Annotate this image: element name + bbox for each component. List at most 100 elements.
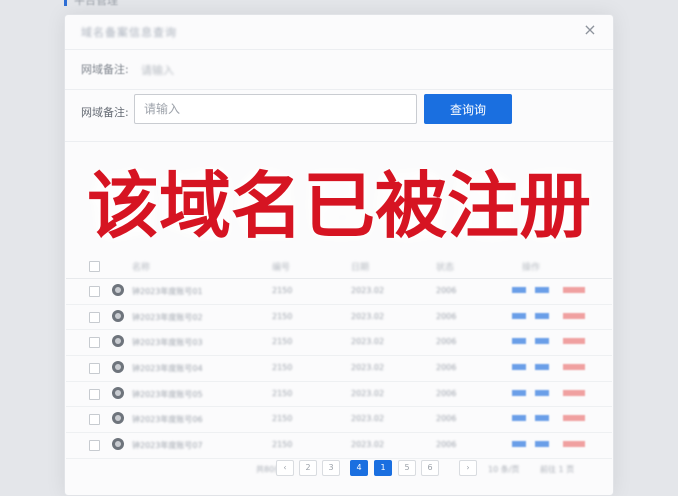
edit-link[interactable] [535, 441, 549, 448]
cell-date: 2023.02 [351, 311, 385, 321]
row-checkbox[interactable] [89, 440, 100, 452]
delete-link[interactable] [563, 415, 585, 422]
delete-link[interactable] [563, 441, 585, 448]
row-checkbox[interactable] [89, 311, 100, 323]
row-checkbox[interactable] [89, 286, 100, 297]
cell-code: 2150 [272, 440, 293, 450]
page-button[interactable]: 6 [421, 460, 439, 476]
query-button[interactable]: 查询询 [424, 94, 512, 124]
cell-date: 2023.02 [351, 414, 385, 424]
cell-status: 2006 [436, 286, 457, 295]
header-actions: 操作 [522, 263, 541, 273]
edit-link[interactable] [535, 338, 549, 345]
domain-note-input[interactable] [134, 94, 417, 124]
page-button[interactable]: 4 [350, 460, 368, 476]
edit-link[interactable] [535, 287, 549, 293]
table-row: 钟2023年度账号04 2150 2023.02 2006 [66, 356, 612, 382]
cell-status: 2006 [436, 311, 457, 321]
view-link[interactable] [512, 441, 526, 448]
cell-code: 2150 [272, 311, 293, 321]
header-status: 状态 [436, 263, 455, 273]
cell-code: 2150 [272, 414, 293, 424]
cell-status: 2006 [436, 414, 457, 424]
row-checkbox[interactable] [89, 363, 100, 375]
cell-name: 钟2023年度账号06 [132, 415, 203, 425]
view-link[interactable] [512, 415, 526, 422]
avatar [112, 361, 124, 374]
view-link[interactable] [512, 338, 526, 345]
delete-link[interactable] [563, 287, 585, 293]
search-row: 网域备注: 查询询 [65, 89, 613, 142]
domain-registered-banner: 该域名已被注册 [86, 164, 591, 248]
cell-name: 钟2023年度账号05 [132, 389, 203, 399]
view-link[interactable] [512, 364, 526, 371]
page-button[interactable]: 5 [398, 460, 416, 476]
pagination: 共80条 ‹ 2 3 4 1 5 6 › 10 条/页 前往 1 页 [0, 458, 678, 478]
cell-code: 2150 [272, 286, 293, 295]
cell-name: 钟2023年度账号07 [132, 441, 203, 451]
cell-code: 2150 [272, 363, 293, 373]
goto-page[interactable]: 前往 1 页 [540, 464, 574, 475]
page-size-select[interactable]: 10 条/页 [488, 464, 519, 475]
cell-date: 2023.02 [351, 337, 385, 347]
top-tab[interactable]: 平台管理 [64, 0, 214, 7]
ghost-filter-placeholder: 请输入 [141, 64, 174, 77]
row-checkbox[interactable] [89, 388, 100, 400]
avatar [112, 309, 124, 322]
header-date: 日期 [351, 263, 370, 273]
results-table: 名称 编号 日期 状态 操作 钟2023年度账号01 2150 2023.02 200… [66, 254, 612, 459]
table-row: 钟2023年度账号05 2150 2023.02 2006 [66, 382, 612, 408]
table-row: 钟2023年度账号02 2150 2023.02 2006 [66, 305, 612, 331]
next-page-button[interactable]: › [459, 460, 477, 476]
view-link[interactable] [512, 312, 526, 319]
table-row: 钟2023年度账号03 2150 2023.02 2006 [66, 330, 612, 357]
dialog-title: 域名备案信息查询 [81, 26, 177, 39]
ghost-filter-label: 网域备注: [81, 63, 129, 76]
cell-status: 2006 [436, 388, 457, 398]
delete-link[interactable] [563, 364, 585, 371]
domain-note-label: 网域备注: [81, 106, 129, 119]
cell-name: 钟2023年度账号03 [132, 338, 203, 348]
delete-link[interactable] [563, 338, 585, 345]
row-checkbox[interactable] [89, 337, 100, 349]
page-button[interactable]: 3 [322, 460, 340, 476]
edit-link[interactable] [535, 312, 549, 319]
edit-link[interactable] [535, 415, 549, 422]
close-icon[interactable]: × [581, 21, 599, 39]
select-all-checkbox[interactable] [89, 261, 100, 272]
page-button-current[interactable]: 1 [374, 460, 392, 476]
avatar [112, 386, 124, 399]
cell-status: 2006 [436, 440, 457, 450]
avatar [112, 335, 124, 348]
view-link[interactable] [512, 287, 526, 293]
cell-date: 2023.02 [351, 286, 385, 295]
table-header: 名称 编号 日期 状态 操作 [66, 254, 612, 279]
delete-link[interactable] [563, 389, 585, 396]
table-row: 钟2023年度账号07 2150 2023.02 2006 [66, 433, 612, 459]
edit-link[interactable] [535, 364, 549, 371]
cell-name: 钟2023年度账号01 [132, 287, 203, 296]
cell-date: 2023.02 [351, 363, 385, 373]
cell-code: 2150 [272, 337, 293, 347]
prev-page-button[interactable]: ‹ [276, 460, 294, 476]
page-button[interactable]: 2 [299, 460, 317, 476]
ghost-filter-row: 网域备注: 请输入 [65, 49, 613, 90]
row-checkbox[interactable] [89, 414, 100, 426]
cell-code: 2150 [272, 388, 293, 398]
header-code: 编号 [272, 263, 291, 273]
edit-link[interactable] [535, 389, 549, 396]
cell-status: 2006 [436, 337, 457, 347]
view-link[interactable] [512, 389, 526, 396]
avatar [112, 412, 124, 425]
cell-name: 钟2023年度账号02 [132, 312, 203, 322]
table-row: 钟2023年度账号01 2150 2023.02 2006 [66, 279, 612, 305]
dialog-header: 域名备案信息查询 × [65, 15, 613, 50]
ghost-filter-input[interactable]: 请输入 [133, 57, 413, 81]
avatar [112, 438, 124, 451]
cell-date: 2023.02 [351, 388, 385, 398]
avatar [112, 284, 124, 296]
active-tab-indicator [64, 0, 67, 6]
top-tab-label: 平台管理 [74, 0, 118, 7]
delete-link[interactable] [563, 312, 585, 319]
table-row: 钟2023年度账号06 2150 2023.02 2006 [66, 407, 612, 434]
